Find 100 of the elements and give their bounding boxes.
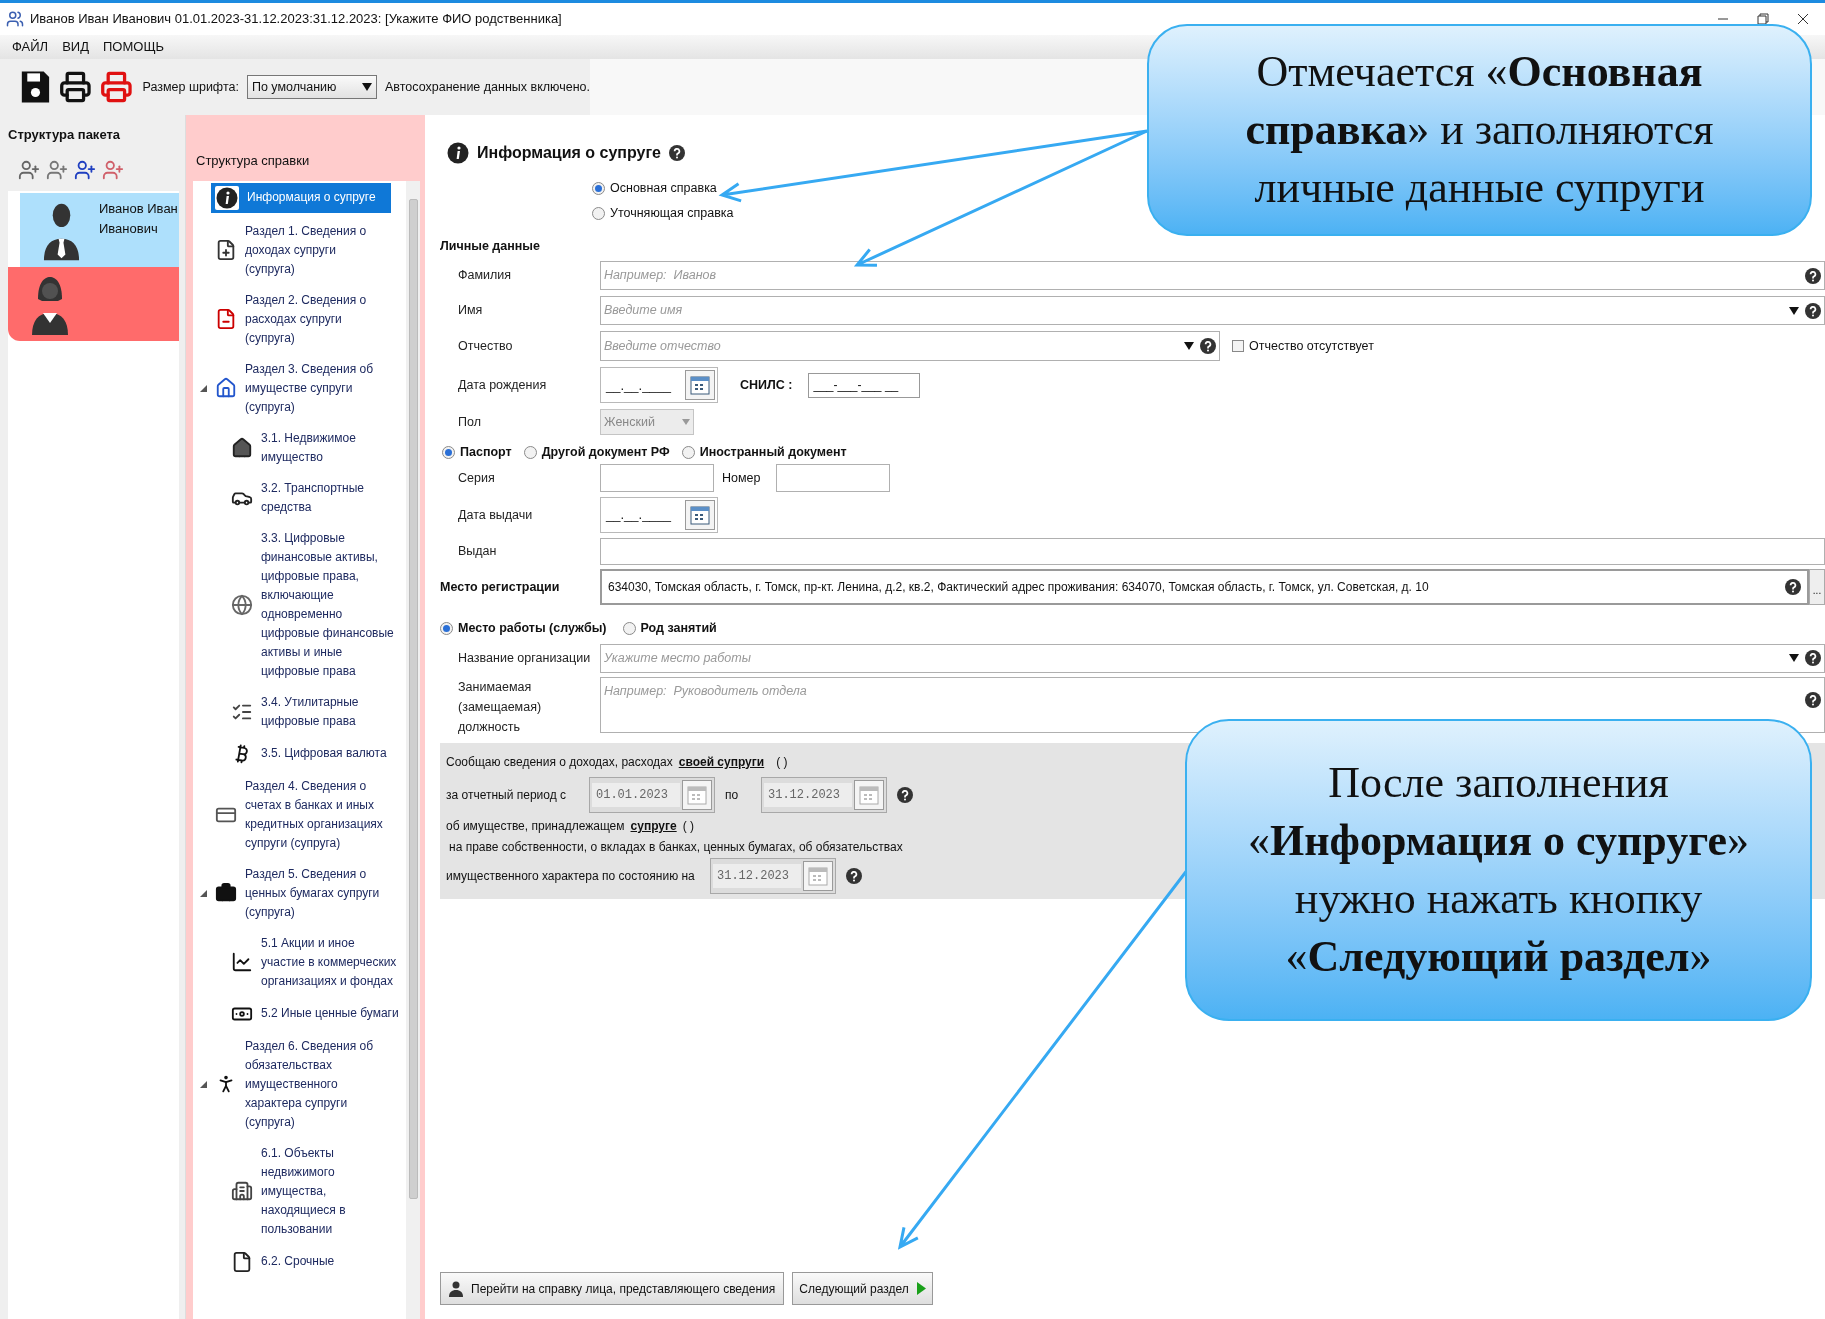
dropdown-caret-icon[interactable] [1789, 306, 1799, 315]
radio-button[interactable] [622, 621, 636, 635]
tree-item[interactable]: Раздел 2. Сведения о расходах супруги (супруга) [211, 287, 389, 351]
help-icon[interactable] [1805, 267, 1821, 284]
tree-item[interactable]: 6.1. Объекты недвижимого имущества, находящиеся в пользовании [227, 1140, 405, 1242]
tree-item[interactable]: 3.5. Цифровая валюта [227, 739, 405, 768]
tree-item[interactable]: Информация о супруге [211, 182, 391, 213]
field-label: Дата рождения [458, 376, 548, 394]
radio-button[interactable] [592, 206, 605, 220]
expanded-triangle-icon[interactable] [199, 384, 207, 392]
help-icon[interactable] [1805, 691, 1821, 708]
help-icon[interactable] [1805, 650, 1821, 667]
tree-item[interactable]: 5.2 Иные ценные бумаги [227, 999, 405, 1028]
panel-title: Структура пакета [8, 126, 122, 144]
help-icon[interactable] [1200, 338, 1216, 355]
tree-item[interactable]: Раздел 4. Сведения о счетах в банках и иных кредитных организациях супруги (супруга) [211, 773, 389, 856]
house-icon [231, 436, 253, 459]
section-title: Информация о супруге [477, 143, 661, 163]
calendar-icon [687, 784, 707, 805]
calendar-icon [859, 784, 879, 805]
radio-button[interactable] [523, 446, 537, 460]
field-label: СНИЛС : [740, 376, 793, 394]
callout-text: После заполнения «Информация о супруге» нужно нажать кнопку «Следующий раздел» [1246, 757, 1751, 983]
checkbox-label: Отчество отсутствует [1249, 337, 1374, 355]
calendar-button[interactable] [685, 500, 715, 530]
tree-item[interactable]: 3.2. Транспортные средства [227, 475, 405, 520]
browse-button[interactable]: ... [1809, 569, 1825, 605]
calendar-icon [690, 375, 710, 396]
group-title: Личные данные [440, 237, 541, 255]
add-person-icon[interactable] [18, 158, 40, 181]
tree-item[interactable]: Раздел 5. Сведения о ценных бумагах супруги (супруга) [211, 861, 389, 925]
statement-text: об имуществе, принадлежащем [446, 817, 625, 835]
snils-field[interactable]: ___-___-___ __ [808, 372, 921, 398]
dropdown-caret-icon[interactable] [362, 83, 373, 91]
tree-item[interactable]: 5.1 Акции и иное участие в коммерческих организациях и фондах [227, 930, 405, 994]
next-section-button[interactable]: Следующий раздел [792, 1272, 933, 1305]
dropdown-caret-icon[interactable] [1789, 654, 1799, 663]
radio-button[interactable] [681, 446, 695, 460]
radio-label: Основная справка [610, 180, 717, 197]
menu-item[interactable]: ФАЙЛ [12, 37, 49, 57]
person-card[interactable]: Иванов Иван Иванович [20, 192, 179, 267]
help-icon[interactable] [897, 786, 913, 803]
help-icon[interactable] [1785, 579, 1801, 595]
tree-item[interactable]: 3.1. Недвижимое имущество [227, 425, 405, 470]
input-field[interactable] [600, 538, 1825, 565]
checkbox[interactable] [1232, 340, 1244, 353]
spouse-link[interactable]: своей супруги [678, 752, 765, 771]
help-icon[interactable] [846, 867, 862, 884]
add-person-icon[interactable] [102, 158, 124, 181]
address-field[interactable]: 634030, Томская область, г. Томск, пр-кт. Ленина, д.2, кв.2, Фактический адрес проживания: 634070, Томская область, г. Томск, ул. Советская, д. 10 [600, 569, 1809, 605]
radio-button[interactable] [440, 621, 453, 635]
scrollbar[interactable] [406, 180, 420, 1319]
info-icon [216, 186, 238, 209]
font-size-label: Размер шрифта: [142, 78, 239, 96]
spouse-link[interactable]: супруге [630, 816, 677, 835]
chart-icon [231, 951, 253, 973]
tree-item[interactable]: Раздел 3. Сведения об имуществе супруги (супруга) [211, 356, 389, 420]
add-person-icon[interactable] [46, 158, 68, 181]
add-person-icon[interactable] [74, 158, 96, 181]
play-arrow-icon [916, 1282, 926, 1295]
restore-icon[interactable] [1757, 13, 1769, 25]
go-to-declarant-button[interactable]: Перейти на справку лица, представляющего сведения [440, 1272, 785, 1305]
input-field[interactable] [600, 464, 714, 492]
document-plus-icon [215, 239, 237, 261]
tree-item[interactable]: Раздел 1. Сведения о доходах супруги (супруга) [211, 218, 389, 282]
statement-text: имущественного характера по состоянию на [446, 867, 696, 885]
house-icon [215, 377, 237, 399]
autosave-note: Автосохранение данных включено. [385, 78, 590, 96]
help-icon[interactable] [1805, 302, 1821, 319]
person-card[interactable] [8, 266, 179, 341]
radio-button[interactable] [592, 181, 605, 195]
tree-item[interactable]: 6.2. Срочные [227, 1247, 405, 1276]
print-icon[interactable] [58, 69, 92, 105]
field-label: Занимаемая (замещаемая) должность [458, 678, 543, 736]
window-app-icon [6, 10, 24, 28]
menu-item[interactable]: ПОМОЩЬ [103, 37, 165, 57]
input-field[interactable] [776, 464, 890, 492]
date-field[interactable]: 31.12.2023 [764, 782, 852, 807]
date-field[interactable]: 31.12.2023 [713, 863, 801, 888]
menu-item[interactable]: ВИД [62, 37, 89, 57]
tree-item[interactable]: Раздел 6. Сведения об обязательствах имущественного характера супруги (супруга) [211, 1033, 389, 1135]
radio-button[interactable] [442, 446, 455, 460]
tree-item[interactable]: 3.3. Цифровые финансовые активы, цифровые права, включающие одновременно цифровые финансовые активы и иные цифровые права [227, 525, 405, 684]
font-size-dropdown[interactable]: По умолчанию [246, 75, 378, 99]
tree-item[interactable]: 3.4. Утилитарные цифровые права [227, 689, 405, 734]
panel-title: Структура справки [196, 152, 311, 170]
calendar-icon [690, 505, 710, 525]
calendar-button[interactable] [685, 370, 715, 401]
close-icon[interactable] [1797, 13, 1809, 25]
expanded-triangle-icon[interactable] [199, 889, 207, 897]
field-label: Отчество [458, 337, 514, 355]
field-label: Дата выдачи [458, 506, 534, 524]
dropdown-caret-icon[interactable] [1184, 342, 1194, 351]
statement-text: по [724, 786, 740, 804]
date-field[interactable]: 01.01.2023 [592, 782, 680, 807]
statement-text: Сообщаю сведения о доходах, расходах [446, 753, 673, 771]
field-label: Фамилия [458, 267, 513, 285]
field-label: Имя [458, 302, 484, 320]
expanded-triangle-icon[interactable] [199, 1080, 207, 1088]
help-icon[interactable] [668, 145, 685, 161]
